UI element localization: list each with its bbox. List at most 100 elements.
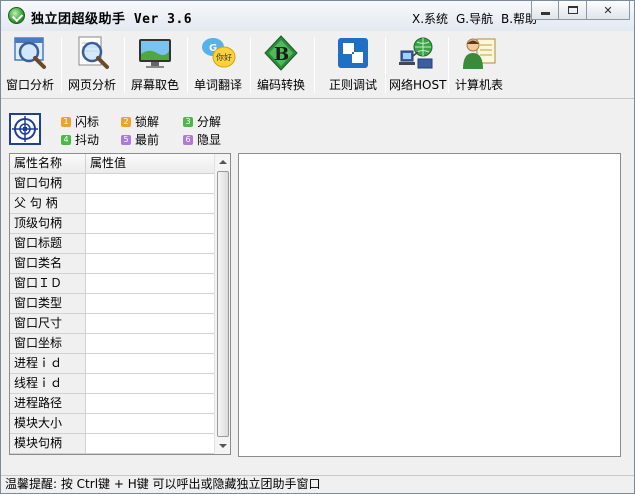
property-table[interactable]: 属性名称 属性值 窗口句柄 父 句 柄 顶级句柄 窗口标题 窗口类名 窗口ＩＤ … bbox=[9, 153, 231, 455]
property-value[interactable] bbox=[86, 174, 215, 194]
menu-navigation[interactable]: G.导航 bbox=[456, 10, 493, 27]
tool-label: 网页分析 bbox=[67, 78, 116, 92]
network-globe-icon bbox=[398, 35, 434, 71]
magnifier-page-icon bbox=[74, 35, 110, 71]
tool-network-host[interactable]: 网络HOST bbox=[389, 35, 446, 97]
app-logo-icon bbox=[8, 7, 25, 24]
toolbar-separator bbox=[314, 37, 315, 93]
option-number-badge: 1 bbox=[61, 116, 71, 127]
main-window: 独立团超级助手 Ver 3.6 X.系统 G.导航 B.帮助 ✕ 窗口分析 网页… bbox=[0, 0, 635, 494]
property-value[interactable] bbox=[86, 254, 215, 274]
maximize-button[interactable] bbox=[559, 1, 587, 20]
property-value[interactable] bbox=[86, 334, 215, 354]
property-name: 模块句柄 bbox=[10, 434, 86, 454]
property-name: 窗口尺寸 bbox=[10, 314, 86, 334]
close-button[interactable]: ✕ bbox=[587, 1, 630, 20]
property-name: 窗口类型 bbox=[10, 294, 86, 314]
scroll-up-button[interactable] bbox=[215, 154, 230, 170]
property-value[interactable] bbox=[86, 234, 215, 254]
option-number-badge: 6 bbox=[183, 134, 193, 145]
property-value[interactable] bbox=[86, 374, 215, 394]
property-value[interactable] bbox=[86, 394, 215, 414]
property-value[interactable] bbox=[86, 294, 215, 314]
property-value[interactable] bbox=[86, 354, 215, 374]
tool-label: 计算机表 bbox=[454, 78, 503, 92]
tool-computer-table[interactable]: 计算机表 bbox=[452, 35, 506, 97]
table-row[interactable]: 模块句柄 bbox=[10, 434, 215, 454]
property-name: 窗口ＩＤ bbox=[10, 274, 86, 294]
table-row[interactable]: 模块大小 bbox=[10, 414, 215, 434]
scroll-thumb[interactable] bbox=[217, 171, 229, 437]
property-name: 窗口句柄 bbox=[10, 174, 86, 194]
minimize-button[interactable] bbox=[531, 1, 559, 20]
tool-word-translation[interactable]: G 你好 单词翻译 bbox=[191, 35, 245, 97]
tool-encoding-conversion[interactable]: B 编码转换 bbox=[254, 35, 308, 97]
option-flash[interactable]: 1 闪标 bbox=[61, 113, 99, 130]
option-label: 分解 bbox=[197, 115, 222, 129]
table-row[interactable]: 顶级句柄 bbox=[10, 214, 215, 234]
column-header-name[interactable]: 属性名称 bbox=[10, 154, 86, 174]
option-label: 隐显 bbox=[197, 133, 222, 147]
magnifier-window-icon bbox=[12, 35, 48, 71]
option-toggle-visibility[interactable]: 6 隐显 bbox=[183, 131, 221, 148]
monitor-landscape-icon bbox=[137, 35, 173, 71]
table-row[interactable]: 窗口尺寸 bbox=[10, 314, 215, 334]
table-row[interactable]: 父 句 柄 bbox=[10, 194, 215, 214]
toolbar-separator bbox=[61, 37, 62, 93]
window-title: 独立团超级助手 Ver 3.6 bbox=[31, 12, 193, 27]
toolbar: 窗口分析 网页分析 屏幕取色 G 你好 单词翻译 B 编码转换 正则调试 网络H… bbox=[1, 31, 634, 99]
option-topmost[interactable]: 5 最前 bbox=[121, 131, 159, 148]
table-row[interactable]: 窗口类型 bbox=[10, 294, 215, 314]
svg-text:你好: 你好 bbox=[216, 52, 232, 62]
letter-b-icon: B bbox=[263, 35, 299, 71]
property-value[interactable] bbox=[86, 214, 215, 234]
tool-screen-color-picker[interactable]: 屏幕取色 bbox=[128, 35, 182, 97]
tool-window-analysis[interactable]: 窗口分析 bbox=[3, 35, 57, 97]
table-row[interactable]: 窗口坐标 bbox=[10, 334, 215, 354]
table-row[interactable]: 线程ｉｄ bbox=[10, 374, 215, 394]
table-row[interactable]: 窗口类名 bbox=[10, 254, 215, 274]
option-number-badge: 3 bbox=[183, 116, 193, 127]
option-label: 最前 bbox=[135, 133, 160, 147]
option-shake[interactable]: 4 抖动 bbox=[61, 131, 99, 148]
property-value[interactable] bbox=[86, 434, 215, 454]
output-pane[interactable] bbox=[238, 153, 621, 457]
option-number-badge: 5 bbox=[121, 134, 131, 145]
option-number-badge: 4 bbox=[61, 134, 71, 145]
minimize-icon bbox=[540, 11, 550, 15]
property-name: 父 句 柄 bbox=[10, 194, 86, 214]
chevron-down-icon bbox=[219, 444, 227, 448]
property-value[interactable] bbox=[86, 414, 215, 434]
option-label: 闪标 bbox=[75, 115, 100, 129]
tool-regex-debug[interactable]: 正则调试 bbox=[326, 35, 380, 97]
regex-squares-icon bbox=[335, 35, 371, 71]
table-row[interactable]: 窗口标题 bbox=[10, 234, 215, 254]
property-name: 窗口标题 bbox=[10, 234, 86, 254]
table-row[interactable]: 窗口句柄 bbox=[10, 174, 215, 194]
finder-target-icon[interactable] bbox=[9, 113, 41, 145]
toolbar-separator bbox=[385, 37, 386, 93]
property-value[interactable] bbox=[86, 194, 215, 214]
table-vertical-scrollbar[interactable] bbox=[214, 154, 230, 454]
toolbar-separator bbox=[250, 37, 251, 93]
property-name: 窗口类名 bbox=[10, 254, 86, 274]
close-icon: ✕ bbox=[603, 3, 613, 17]
option-label: 抖动 bbox=[75, 133, 100, 147]
property-name: 顶级句柄 bbox=[10, 214, 86, 234]
table-row[interactable]: 进程ｉｄ bbox=[10, 354, 215, 374]
table-row[interactable]: 窗口ＩＤ bbox=[10, 274, 215, 294]
option-decompose[interactable]: 3 分解 bbox=[183, 113, 221, 130]
scroll-down-button[interactable] bbox=[215, 438, 230, 454]
chevron-up-icon bbox=[219, 160, 227, 164]
property-grid: 属性名称 属性值 窗口句柄 父 句 柄 顶级句柄 窗口标题 窗口类名 窗口ＩＤ … bbox=[10, 154, 215, 454]
tool-label: 单词翻译 bbox=[193, 78, 242, 92]
table-row[interactable]: 进程路径 bbox=[10, 394, 215, 414]
property-value[interactable] bbox=[86, 314, 215, 334]
title-bar[interactable]: 独立团超级助手 Ver 3.6 X.系统 G.导航 B.帮助 ✕ bbox=[1, 1, 634, 31]
property-value[interactable] bbox=[86, 274, 215, 294]
menu-system[interactable]: X.系统 bbox=[412, 10, 448, 27]
option-unlock[interactable]: 2 锁解 bbox=[121, 113, 159, 130]
property-name: 进程ｉｄ bbox=[10, 354, 86, 374]
column-header-value[interactable]: 属性值 bbox=[86, 154, 215, 174]
tool-webpage-analysis[interactable]: 网页分析 bbox=[65, 35, 119, 97]
